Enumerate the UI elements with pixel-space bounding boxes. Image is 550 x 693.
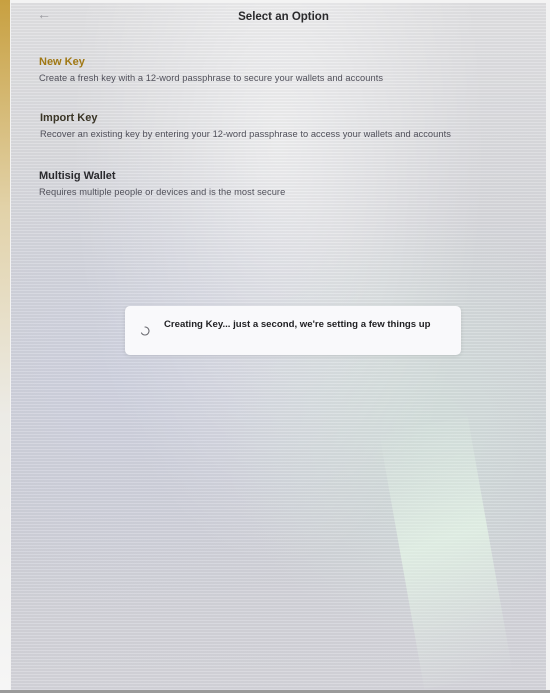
option-description: Create a fresh key with a 12-word passph… bbox=[39, 73, 384, 83]
option-title: Import Key bbox=[40, 112, 98, 124]
loading-toast: Creating Key... just a second, we're set… bbox=[125, 306, 461, 355]
option-description: Recover an existing key by entering your… bbox=[40, 129, 451, 139]
option-multisig-wallet[interactable]: Multisig Wallet Requires multiple people… bbox=[39, 170, 539, 197]
top-bar: ← Select an Option bbox=[11, 3, 546, 33]
option-import-key[interactable]: Import Key Recover an existing key by en… bbox=[40, 112, 540, 139]
option-title: New Key bbox=[39, 56, 85, 68]
photo-frame: ← Select an Option New Key Create a fres… bbox=[0, 0, 550, 693]
spinner-icon bbox=[140, 326, 150, 336]
option-title: Multisig Wallet bbox=[39, 170, 116, 182]
device-bezel-left bbox=[0, 0, 10, 693]
screen-glare bbox=[379, 417, 513, 689]
toast-message: Creating Key... just a second, we're set… bbox=[164, 319, 431, 330]
option-new-key[interactable]: New Key Create a fresh key with a 12-wor… bbox=[39, 56, 539, 83]
app-screen: ← Select an Option New Key Create a fres… bbox=[11, 3, 546, 690]
option-description: Requires multiple people or devices and … bbox=[39, 187, 286, 197]
page-title: Select an Option bbox=[238, 11, 329, 23]
